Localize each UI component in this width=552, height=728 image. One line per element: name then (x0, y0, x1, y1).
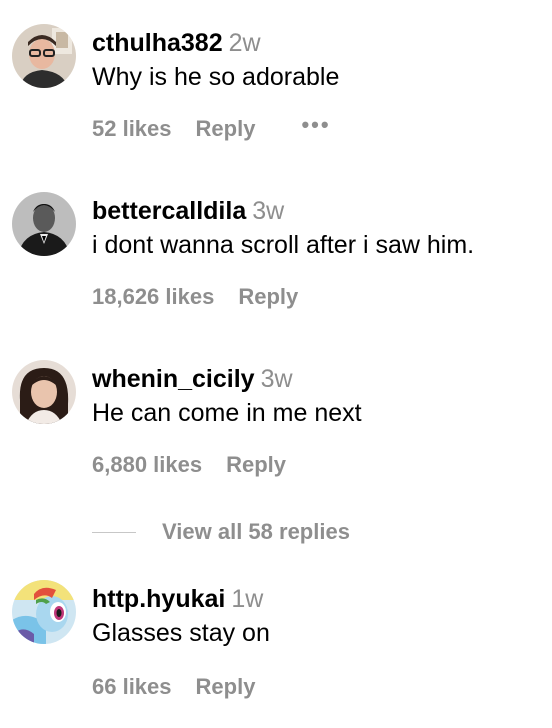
comment-actions: 6,880 likes Reply (92, 452, 286, 478)
avatar-image (12, 192, 76, 256)
reply-button[interactable]: Reply (238, 284, 298, 310)
reply-button[interactable]: Reply (196, 116, 256, 142)
view-replies-row: View all 58 replies (92, 518, 350, 546)
username[interactable]: cthulha382 (92, 29, 223, 57)
avatar[interactable] (12, 580, 76, 644)
comment-text: Why is he so adorable (92, 63, 340, 91)
avatar[interactable] (12, 360, 76, 424)
replies-divider (92, 531, 136, 533)
timestamp: 3w (260, 365, 293, 393)
comment-header: http.hyukai 1w (92, 584, 544, 614)
likes-count[interactable]: 6,880 likes (92, 452, 202, 478)
comment-actions: 52 likes Reply ••• (92, 112, 331, 142)
timestamp: 3w (252, 197, 285, 225)
likes-count[interactable]: 66 likes (92, 674, 172, 700)
username[interactable]: bettercalldila (92, 197, 246, 225)
comment-text: Glasses stay on (92, 619, 270, 647)
comment-header: bettercalldila 3w (92, 196, 544, 226)
comment-actions: 18,626 likes Reply (92, 284, 298, 310)
avatar-image (12, 580, 76, 644)
likes-count[interactable]: 18,626 likes (92, 284, 214, 310)
timestamp: 2w (228, 29, 261, 57)
likes-count[interactable]: 52 likes (92, 116, 172, 142)
comment-text: i dont wanna scroll after i saw him. (92, 231, 475, 259)
username[interactable]: http.hyukai (92, 585, 225, 613)
avatar-image (12, 360, 76, 424)
view-replies-button[interactable]: View all 58 replies (162, 519, 350, 545)
username[interactable]: whenin_cicily (92, 365, 255, 393)
reply-button[interactable]: Reply (226, 452, 286, 478)
avatar-image (12, 24, 76, 88)
comment-header: whenin_cicily 3w (92, 364, 544, 394)
more-options-button[interactable]: ••• (301, 112, 330, 138)
reply-button[interactable]: Reply (196, 674, 256, 700)
timestamp: 1w (231, 585, 264, 613)
comment-actions: 66 likes Reply (92, 674, 255, 700)
avatar[interactable] (12, 24, 76, 88)
comment-text: He can come in me next (92, 399, 362, 427)
comment-header: cthulha382 2w (92, 28, 544, 58)
avatar[interactable] (12, 192, 76, 256)
